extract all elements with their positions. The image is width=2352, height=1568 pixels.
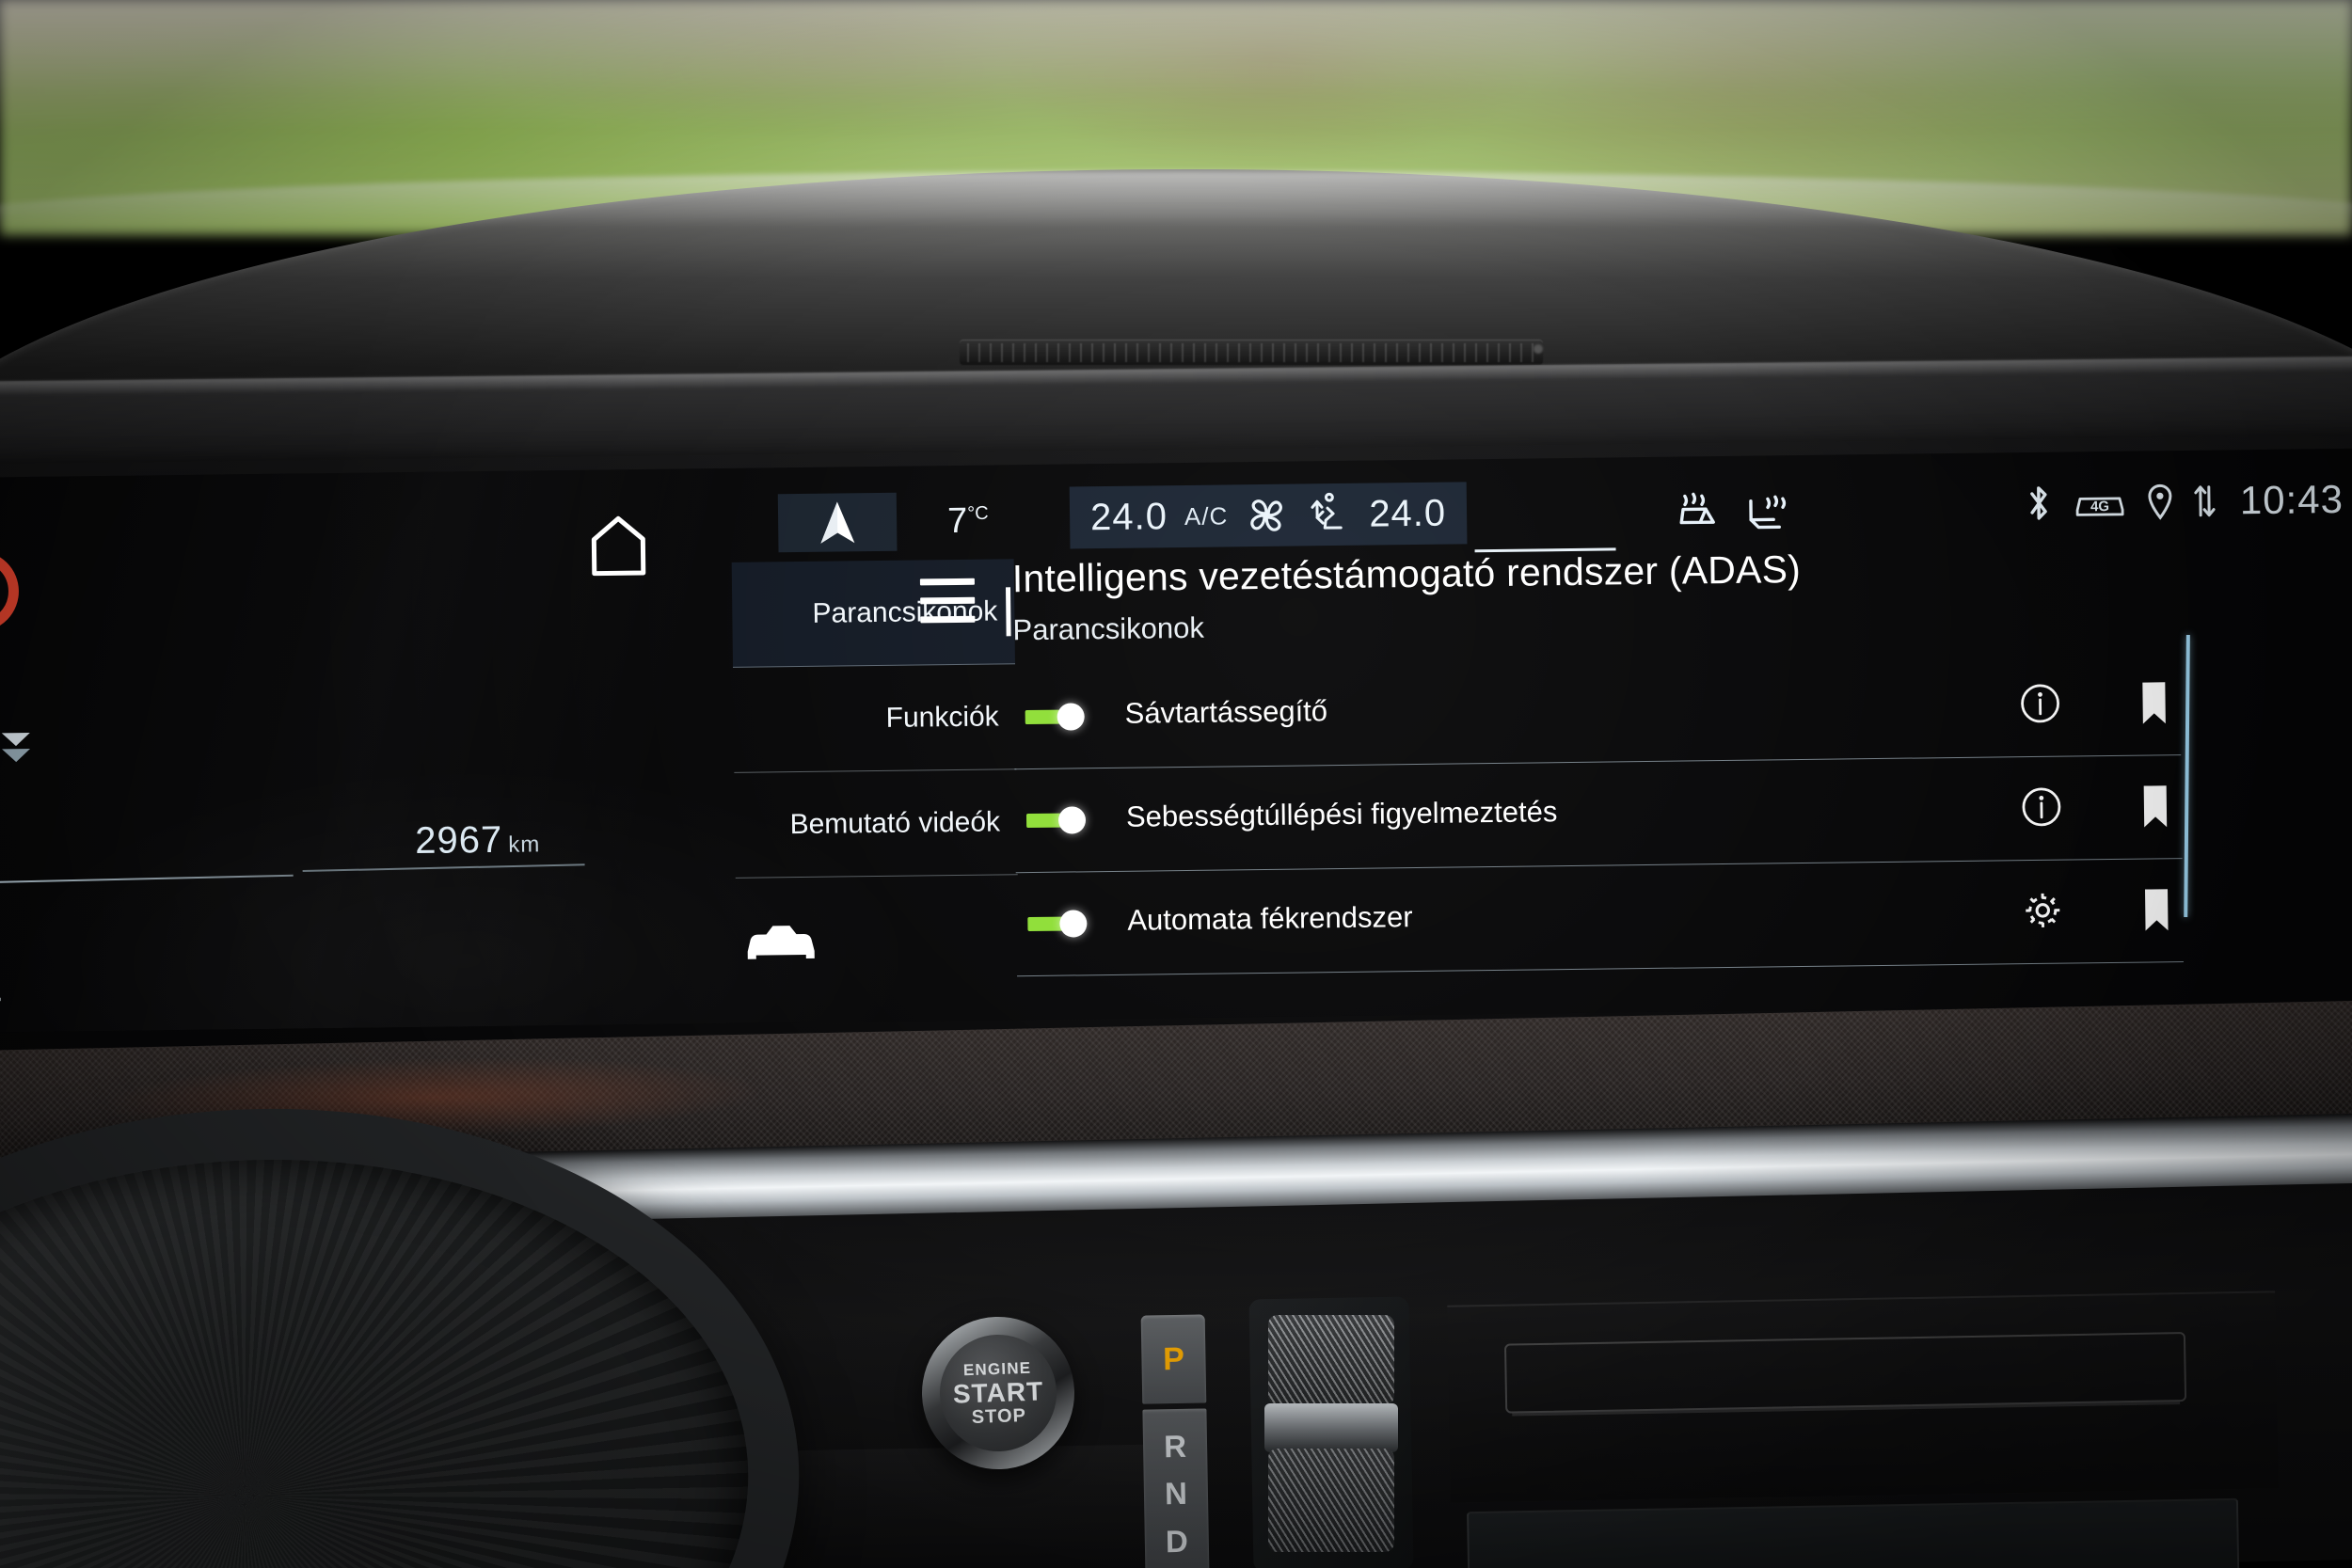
gear-drive-label: D bbox=[1165, 1523, 1189, 1559]
start-button-line1: ENGINE bbox=[962, 1358, 1032, 1379]
cluster-divider-line bbox=[0, 874, 294, 884]
outside-temp-unit: °C bbox=[967, 502, 989, 525]
sidebar-active-indicator bbox=[1005, 587, 1011, 637]
climate-ac-label[interactable]: A/C bbox=[1184, 501, 1229, 531]
gear-rnd-rocker[interactable]: R N D bbox=[1142, 1408, 1210, 1568]
status-bar: 7°C 24.0 A/C 24.0 4G 10:43 bbox=[571, 468, 2352, 559]
navigation-arrow-icon[interactable] bbox=[777, 492, 898, 553]
sidebar-item-funkciok[interactable]: Funkciók bbox=[733, 664, 1017, 773]
page-title: Intelligens vezetéstámogató rendszer (AD… bbox=[1011, 546, 1802, 601]
seat-heater-left-icon[interactable] bbox=[1672, 486, 1724, 538]
bluetooth-icon bbox=[2024, 483, 2055, 524]
start-button-line3: STOP bbox=[971, 1404, 1027, 1428]
start-button-line2: START bbox=[952, 1375, 1044, 1409]
sidebar-item-bemutato-videok[interactable]: Bemutató videók bbox=[734, 769, 1018, 879]
sensor-dot bbox=[1534, 344, 1543, 354]
toggle-speed-limit-warning[interactable] bbox=[1025, 806, 1089, 834]
car-icon[interactable] bbox=[738, 917, 821, 967]
airflow-seat-icon[interactable] bbox=[1305, 491, 1353, 539]
page-subtitle: Parancsikonok bbox=[1012, 610, 1205, 647]
outside-temp-value: 7 bbox=[946, 500, 968, 542]
hamburger-menu-icon[interactable] bbox=[919, 578, 976, 636]
vertical-scrollbar[interactable] bbox=[2184, 634, 2190, 918]
sidebar-item-label: Bemutató videók bbox=[789, 805, 1001, 840]
bookmark-icon[interactable] bbox=[2139, 885, 2174, 934]
svg-text:4G: 4G bbox=[2090, 499, 2109, 515]
info-icon[interactable] bbox=[2020, 785, 2064, 830]
adas-shortcut-list: Sávtartássegítő Sebességtúllépési figyel… bbox=[1013, 652, 2184, 977]
fan-icon[interactable] bbox=[1245, 494, 1289, 538]
list-item[interactable]: Sebességtúllépési figyelmeztetés bbox=[1014, 755, 2183, 874]
shifter-chrome-band bbox=[1264, 1403, 1398, 1452]
sidebar-item-label: Funkciók bbox=[885, 700, 999, 734]
shifter-knurled-top[interactable] bbox=[1268, 1315, 1394, 1405]
clock: 10:43 bbox=[2239, 476, 2344, 523]
shifter-knurled-bottom[interactable] bbox=[1268, 1449, 1394, 1552]
gear-icon[interactable] bbox=[2021, 889, 2065, 933]
bookmark-icon[interactable] bbox=[2138, 782, 2173, 831]
status-icons: 4G 10:43 bbox=[2024, 477, 2344, 526]
seat-heater-right-icon[interactable] bbox=[1743, 485, 1795, 537]
climate-left-temp[interactable]: 24.0 bbox=[1090, 496, 1168, 539]
defroster-vent bbox=[960, 341, 1543, 365]
gear-neutral-label: N bbox=[1164, 1475, 1188, 1512]
climate-control-bar[interactable]: 24.0 A/C 24.0 bbox=[1069, 482, 1468, 549]
climate-right-temp[interactable]: 24.0 bbox=[1369, 492, 1446, 535]
outside-temperature: 7°C bbox=[947, 501, 989, 543]
instrument-cluster: D 2967km OT bbox=[0, 470, 585, 1033]
list-item-label: Sávtartássegítő bbox=[1124, 694, 1328, 730]
passenger-air-vent bbox=[1447, 1291, 2279, 1503]
list-item-label: Sebességtúllépési figyelmeztetés bbox=[1125, 795, 1558, 833]
seat-heater-group bbox=[1672, 485, 1795, 538]
toggle-lane-keep-assist[interactable] bbox=[1025, 703, 1088, 731]
odometer-value: 2967 bbox=[414, 818, 503, 863]
list-item[interactable]: Sávtartássegítő bbox=[1013, 652, 2182, 770]
location-pin-icon bbox=[2146, 482, 2175, 521]
toggle-automatic-braking[interactable] bbox=[1027, 910, 1089, 938]
speed-limit-sign-icon bbox=[0, 550, 20, 633]
gear-selector[interactable]: P R N D bbox=[1140, 1314, 1210, 1568]
gear-reverse-label: R bbox=[1163, 1428, 1187, 1464]
sidebar-menu: Parancsikonok Funkciók Bemutató videók bbox=[731, 559, 1020, 1014]
downshift-chevrons-icon bbox=[1, 733, 31, 765]
data-transfer-icon bbox=[2193, 482, 2217, 521]
dashboard-photo: D 2967km OT bbox=[0, 0, 2352, 1568]
list-item-label: Automata fékrendszer bbox=[1127, 900, 1413, 937]
car-4g-icon: 4G bbox=[2073, 483, 2127, 522]
odometer-unit: km bbox=[508, 832, 541, 858]
bookmark-icon[interactable] bbox=[2137, 678, 2171, 727]
odometer: 2967 km bbox=[415, 818, 541, 863]
cluster-bottom-label: OT bbox=[0, 992, 4, 1024]
cluster-divider-line-2 bbox=[302, 863, 585, 873]
info-icon[interactable] bbox=[2018, 682, 2062, 726]
infotainment-panel: 7°C 24.0 A/C 24.0 4G 10:43 Parancsikonok… bbox=[570, 448, 2352, 1025]
panoramic-display[interactable]: D 2967km OT bbox=[0, 448, 2352, 1033]
list-item[interactable]: Automata fékrendszer bbox=[1015, 859, 2184, 977]
gear-park-button[interactable]: P bbox=[1140, 1314, 1207, 1404]
